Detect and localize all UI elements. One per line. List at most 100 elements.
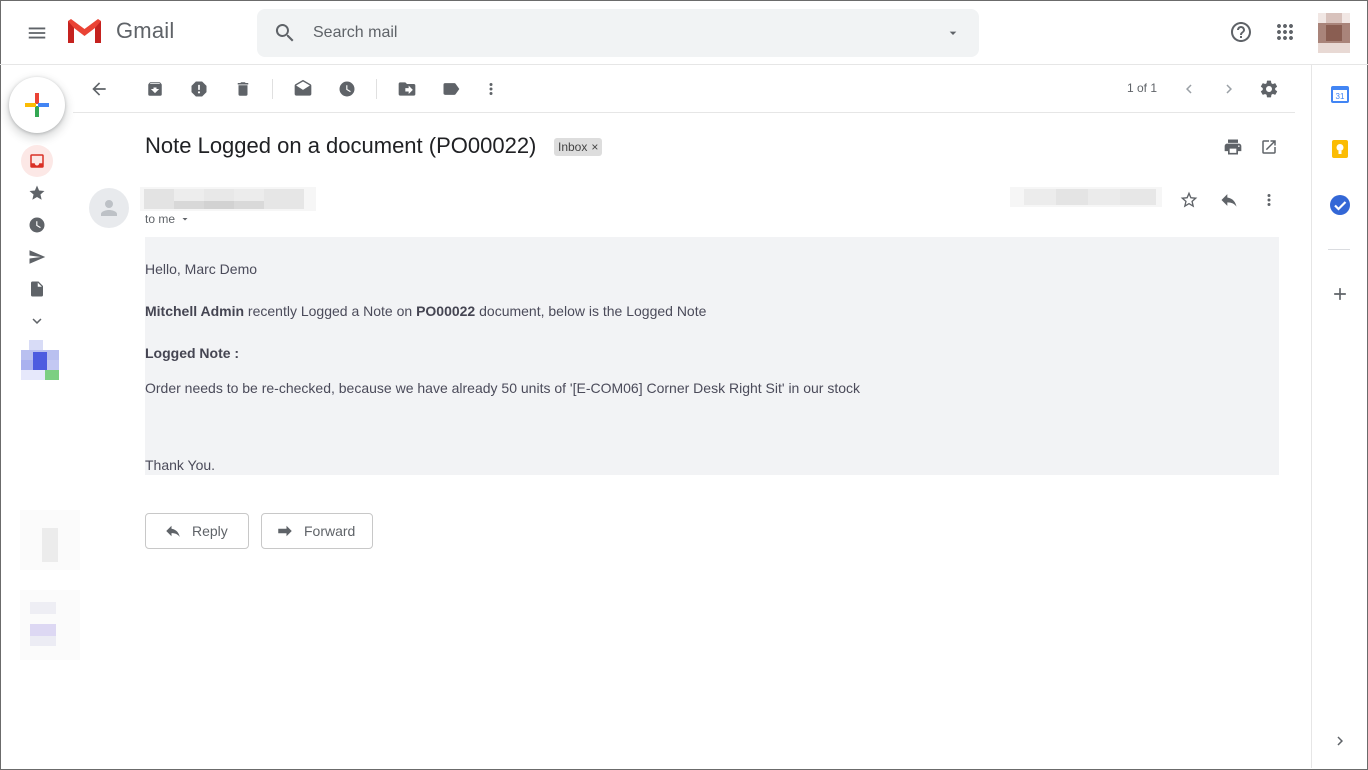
search-input[interactable]: [313, 9, 913, 57]
snooze-icon: [339, 81, 355, 97]
snooze-button[interactable]: [335, 77, 359, 101]
open-new-window-icon[interactable]: [1260, 138, 1278, 156]
mark-unread-button[interactable]: [291, 77, 315, 101]
mark-unread-icon: [294, 79, 312, 96]
reply-label: Reply: [192, 523, 228, 539]
calendar-day: 31: [1336, 92, 1345, 101]
sender-avatar[interactable]: [89, 188, 129, 228]
chevron-down-icon: [182, 218, 188, 221]
expand-side-panel-button[interactable]: [1328, 729, 1352, 753]
expand-panel-icon: [1337, 736, 1343, 746]
label-list-blurred[interactable]: [21, 340, 59, 382]
settings-button[interactable]: [1257, 77, 1281, 101]
message-more-button[interactable]: [1257, 188, 1281, 212]
toolbar-divider: [376, 79, 377, 99]
app-name: Gmail: [116, 18, 175, 43]
label-button[interactable]: [439, 77, 463, 101]
star-icon: [1180, 191, 1198, 208]
note-body-text: Order needs to be re-checked, because we…: [145, 380, 861, 396]
add-icon: [1334, 288, 1346, 300]
back-button[interactable]: [87, 77, 111, 101]
move-to-button[interactable]: [395, 77, 419, 101]
menu-icon: [28, 27, 46, 39]
more-button[interactable]: [479, 77, 503, 101]
search-options-icon[interactable]: [945, 25, 961, 41]
tasks-addon[interactable]: [1328, 193, 1352, 217]
delete-icon: [237, 82, 249, 96]
clock-icon: [29, 217, 45, 233]
nav-drafts[interactable]: [21, 273, 53, 305]
reply-icon: [1221, 194, 1237, 207]
inbox-label-chip[interactable]: Inbox ×: [554, 138, 603, 156]
archive-button[interactable]: [143, 77, 167, 101]
reply-button[interactable]: Reply: [145, 513, 249, 549]
sender-name-blurred: [140, 187, 316, 211]
pager-text: 1 of 1: [1127, 81, 1158, 95]
next-page-button[interactable]: [1217, 77, 1241, 101]
inbox-icon: [30, 154, 44, 168]
forward-icon: [278, 525, 292, 537]
nav-starred[interactable]: [21, 177, 53, 209]
compose-button[interactable]: [9, 77, 65, 133]
person-icon: [101, 200, 117, 216]
get-addons-button[interactable]: [1328, 282, 1352, 306]
send-icon: [29, 250, 46, 264]
archive-icon: [148, 82, 162, 96]
compose-icon: [25, 93, 49, 117]
recipient-text: to me: [145, 212, 176, 226]
document-reference: PO00022: [416, 303, 476, 319]
reply-icon: [166, 525, 180, 537]
back-icon: [92, 82, 106, 96]
top-bar: Gmail: [0, 0, 1368, 65]
search-bar: [257, 9, 979, 57]
note-heading-text: Logged Note :: [145, 345, 240, 361]
keep-icon: [1332, 140, 1348, 158]
reply-quick-button[interactable]: [1217, 188, 1241, 212]
print-icon[interactable]: [1223, 137, 1243, 157]
forward-button[interactable]: Forward: [261, 513, 373, 549]
note-summary: Mitchell Admin recently Logged a Note on…: [145, 303, 706, 319]
nav-inbox[interactable]: [21, 145, 53, 177]
summary-end: document, below is the Logged Note: [475, 303, 707, 319]
hangouts-blurred[interactable]: [20, 510, 80, 660]
message-subject: Note Logged on a document (PO00022): [145, 133, 537, 158]
apps-icon[interactable]: [1273, 20, 1297, 44]
keep-addon[interactable]: [1328, 137, 1352, 161]
gmail-logo-icon: [68, 19, 101, 43]
gmail-logo[interactable]: Gmail: [66, 17, 174, 45]
calendar-addon[interactable]: 31: [1328, 82, 1352, 106]
nav-sent[interactable]: [21, 241, 53, 273]
message-date-blurred: [1010, 187, 1162, 207]
star-icon: [29, 185, 45, 200]
chevron-down-icon: [32, 318, 42, 324]
message-toolbar: 1 of 1: [73, 65, 1295, 113]
tasks-icon: [1330, 195, 1350, 215]
report-spam-button[interactable]: [187, 77, 211, 101]
next-icon: [1226, 84, 1232, 94]
report-spam-icon: [191, 81, 207, 97]
prev-page-button[interactable]: [1177, 77, 1201, 101]
delete-button[interactable]: [231, 77, 255, 101]
forward-label: Forward: [304, 523, 356, 539]
recipient-details-toggle[interactable]: to me: [145, 212, 191, 226]
nav-more[interactable]: [21, 305, 53, 337]
help-icon[interactable]: [1229, 20, 1253, 44]
greeting-text: Hello, Marc Demo: [145, 261, 258, 277]
note-heading: Logged Note :: [145, 345, 239, 361]
label-text: Inbox: [558, 140, 588, 154]
move-to-icon: [398, 82, 416, 96]
main-menu-button[interactable]: [22, 18, 52, 48]
side-panel-divider: [1311, 65, 1312, 768]
search-icon[interactable]: [273, 21, 297, 45]
more-icon: [1267, 194, 1271, 206]
more-icon: [489, 83, 493, 95]
nav-snoozed[interactable]: [21, 209, 53, 241]
account-avatar[interactable]: [1318, 13, 1350, 53]
remove-label-button[interactable]: ×: [591, 140, 598, 154]
author-name: Mitchell Admin: [145, 303, 245, 319]
draft-icon: [31, 281, 43, 297]
settings-icon: [1260, 80, 1278, 98]
label-icon: [443, 83, 460, 95]
star-button[interactable]: [1177, 188, 1201, 212]
closing-text: Thank You.: [145, 457, 216, 473]
